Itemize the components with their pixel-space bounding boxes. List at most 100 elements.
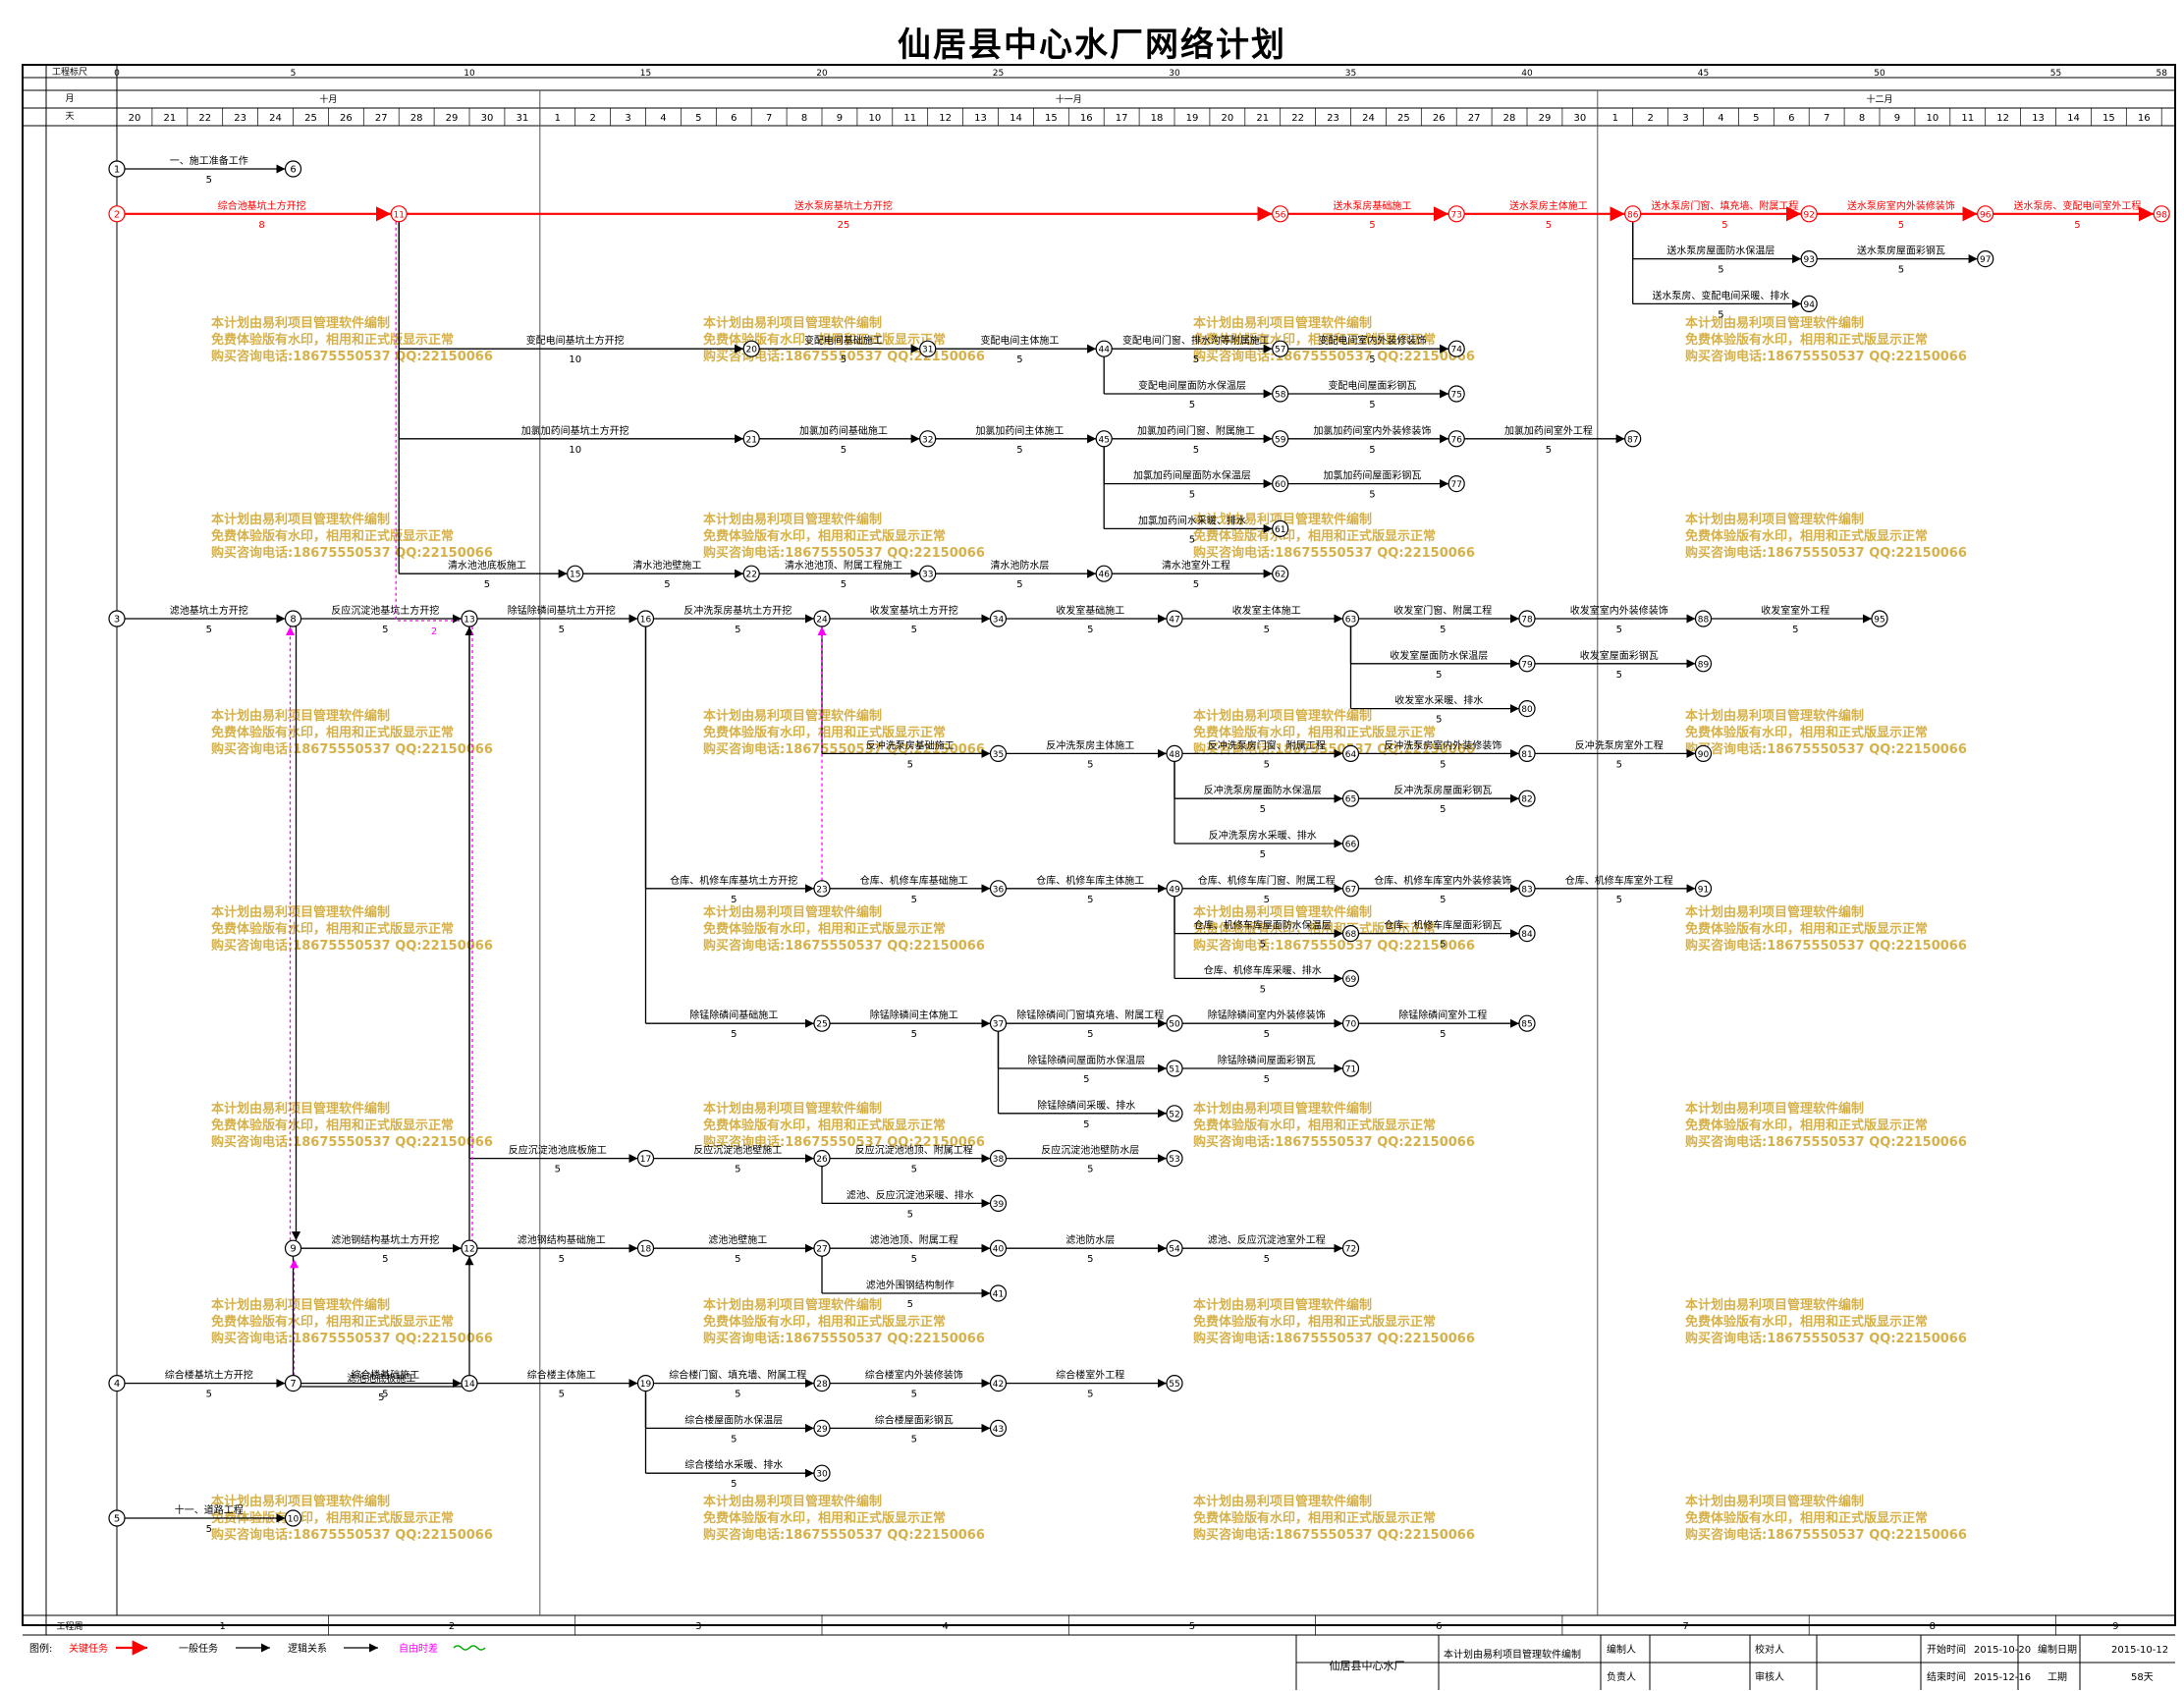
node-number: 96: [1980, 210, 1992, 220]
footer-editor-label: 编制人: [1607, 1643, 1636, 1656]
network-node: 97: [1977, 250, 1994, 268]
watermark-text: 免费体验版有水印，相用和正式版显示正常: [703, 725, 946, 740]
network-node: 29: [813, 1419, 831, 1438]
node-number: 16: [640, 616, 652, 626]
network-node: 46: [1095, 565, 1113, 582]
watermark-text: 购买咨询电话:18675550537 QQ:22150066: [211, 1134, 493, 1150]
day-label: 21: [1256, 113, 1269, 124]
network-diagram: 工程标尺月天工程周0 5 10 15 20 25 30 35 40 45 50 55 58十月20 21 2…: [22, 64, 2176, 1690]
network-node: 83: [1518, 880, 1536, 898]
footer-compile-label: 编制日期: [2038, 1643, 2077, 1656]
week-label: 2: [449, 1621, 455, 1632]
task-name: 综合楼基坑土方开挖: [165, 1369, 253, 1382]
network-node: 5: [108, 1509, 126, 1527]
node-number: 55: [1169, 1380, 1179, 1390]
node-number: 12: [464, 1245, 474, 1255]
watermark-text: 本计划由易利项目管理软件编制: [703, 708, 882, 724]
network-node: 51: [1166, 1060, 1183, 1077]
node-number: 39: [993, 1200, 1005, 1210]
network-node: 45: [1095, 430, 1113, 448]
task-duration: 5: [1616, 759, 1622, 770]
day-label: 16: [2138, 113, 2151, 124]
task-duration: 5: [1087, 1390, 1093, 1400]
task-name: 变配电间屋面防水保温层: [1138, 379, 1246, 392]
node-number: 79: [1521, 660, 1533, 670]
network-node: 62: [1272, 565, 1289, 582]
network-node: 50: [1166, 1014, 1183, 1032]
day-label: 10: [868, 113, 881, 124]
task-duration: 5: [911, 895, 917, 905]
network-node: 64: [1341, 744, 1360, 763]
network-node: 39: [989, 1194, 1008, 1213]
node-number: 6: [290, 165, 296, 176]
watermark-text: 免费体验版有水印，相用和正式版显示正常: [1685, 725, 1928, 740]
task-duration: 5: [1440, 625, 1446, 635]
day-label: 6: [1788, 113, 1794, 124]
watermark-text: 购买咨询电话:18675550537 QQ:22150066: [1685, 349, 1967, 364]
network-node: 55: [1166, 1374, 1183, 1392]
network-node: 41: [989, 1284, 1008, 1302]
task-duration: 5: [1264, 1074, 1270, 1085]
network-node: 13: [461, 610, 478, 627]
task-name: 仓库、机修车库基坑土方开挖: [670, 874, 797, 887]
watermark-text: 购买咨询电话:18675550537 QQ:22150066: [211, 1527, 493, 1543]
node-number: 22: [745, 571, 756, 580]
watermark-text: 本计划由易利项目管理软件编制: [1685, 1494, 1864, 1509]
watermark-text: 本计划由易利项目管理软件编制: [211, 1297, 390, 1313]
network-node: 95: [1871, 610, 1888, 627]
task-duration: 5: [1546, 445, 1552, 456]
task-name: 送水泵房、变配电间采暖、排水: [1652, 289, 1789, 301]
network-node: 27: [813, 1239, 831, 1257]
task-duration: 5: [1087, 1165, 1093, 1175]
watermark-text: 免费体验版有水印，相用和正式版显示正常: [211, 725, 454, 740]
task-name: 仓库、机修车库采暖、排水: [1204, 963, 1322, 976]
watermark-text: 免费体验版有水印，相用和正式版显示正常: [1193, 1118, 1436, 1133]
task-name: 除锰除磷间屋面彩钢瓦: [1218, 1054, 1316, 1066]
network-node: 90: [1694, 744, 1713, 763]
week-label: 9: [2112, 1621, 2118, 1632]
network-node: 30: [813, 1464, 831, 1482]
node-number: 85: [1521, 1020, 1532, 1030]
day-label: 28: [1503, 113, 1516, 124]
watermark-text: 购买咨询电话:18675550537 QQ:22150066: [1685, 1134, 1967, 1150]
day-label: 24: [1362, 113, 1375, 124]
node-number: 59: [1275, 435, 1286, 445]
day-label: 30: [1573, 113, 1586, 124]
node-number: 78: [1521, 616, 1533, 626]
task-name: 综合楼屋面彩钢瓦: [875, 1413, 954, 1426]
network-node: 12: [461, 1239, 478, 1257]
network-node: 77: [1447, 475, 1465, 493]
day-label: 7: [766, 113, 772, 124]
network-node: 96: [1977, 205, 1994, 223]
day-label: 19: [1186, 113, 1199, 124]
network-node: 31: [919, 340, 937, 357]
network-node: 1: [108, 160, 126, 178]
task-name: 反冲洗泵房门窗、附属工程: [1208, 738, 1326, 751]
task-name: 加氯加药间室内外装修装饰: [1313, 424, 1431, 437]
task-duration: 5: [841, 355, 846, 365]
node-number: 49: [1169, 885, 1180, 895]
task-name: 变配电间室内外装修装饰: [1318, 334, 1426, 347]
watermark-text: 购买咨询电话:18675550537 QQ:22150066: [1193, 938, 1475, 954]
day-label: 29: [446, 113, 459, 124]
task-duration: 5: [735, 1254, 740, 1265]
node-number: 72: [1345, 1245, 1356, 1255]
node-number: 65: [1345, 795, 1356, 805]
task-name: 除锰除磷间采暖、排水: [1037, 1099, 1135, 1112]
day-label: 30: [481, 113, 494, 124]
day-label: 7: [1824, 113, 1829, 124]
day-label: 12: [939, 113, 952, 124]
watermark-text: 免费体验版有水印，相用和正式版显示正常: [1193, 725, 1436, 740]
task-name: 反冲洗泵房屋面彩钢瓦: [1393, 784, 1492, 796]
network-node: 69: [1341, 969, 1360, 988]
day-label: 4: [1718, 113, 1723, 124]
node-number: 66: [1345, 841, 1357, 850]
task-duration: 5: [555, 1165, 561, 1175]
task-name: 收发室屋面彩钢瓦: [1580, 649, 1659, 662]
node-number: 87: [1627, 435, 1638, 445]
watermark-text: 本计划由易利项目管理软件编制: [1193, 708, 1372, 724]
day-label: 10: [1926, 113, 1938, 124]
task-duration: 5: [1369, 220, 1375, 231]
task-name: 反冲洗泵房基坑土方开挖: [683, 604, 792, 617]
task-duration: 5: [841, 579, 846, 590]
